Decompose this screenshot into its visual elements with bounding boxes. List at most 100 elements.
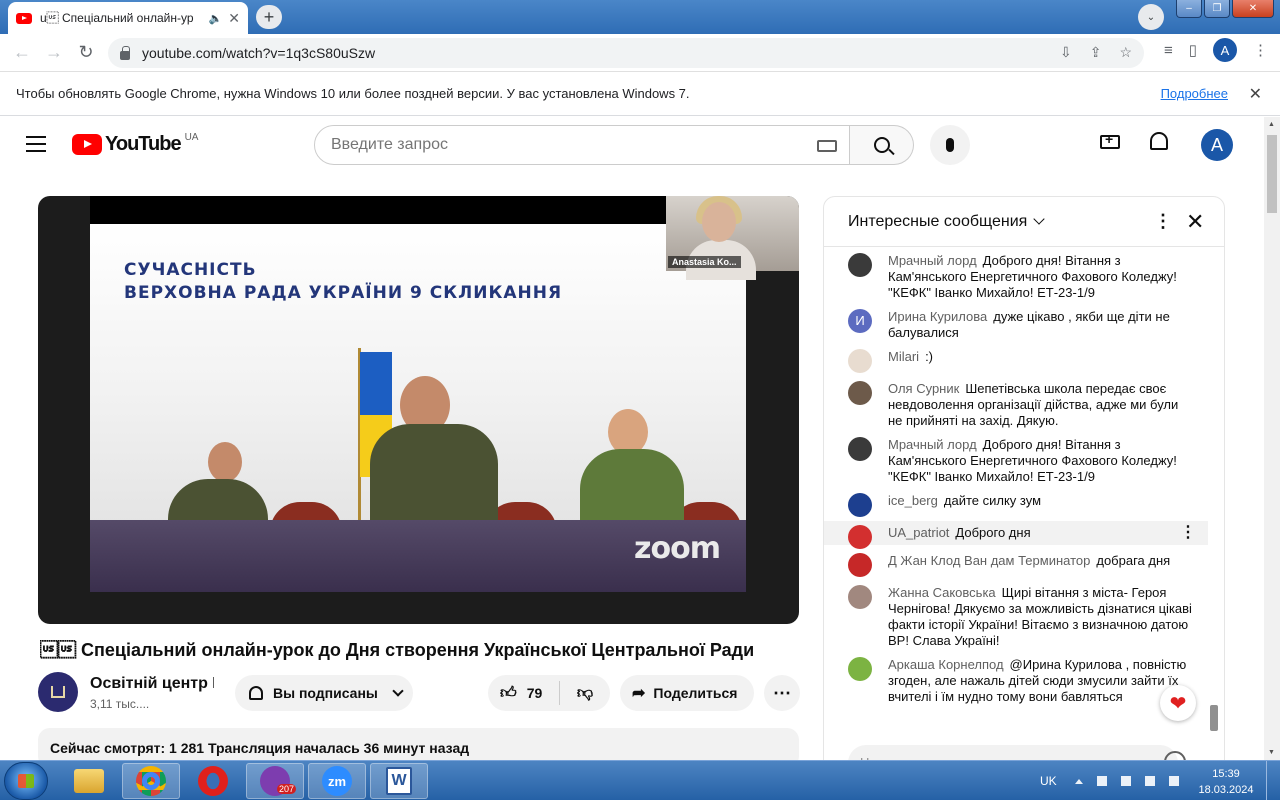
subscribed-button[interactable]: Вы подписаны: [235, 675, 413, 711]
chat-message[interactable]: Мрачный лорд Доброго дня! Вітання з Кам'я…: [824, 437, 1208, 485]
chat-message[interactable]: UA_patriot Доброго дня ⋮: [824, 521, 1208, 549]
new-tab-button[interactable]: +: [256, 5, 282, 29]
speaker-icon[interactable]: 🔈: [209, 12, 223, 25]
maximize-button[interactable]: ❐: [1204, 0, 1230, 18]
chat-author-avatar[interactable]: [848, 437, 872, 461]
dislike-button[interactable]: 👎︎: [560, 684, 610, 703]
address-toolbar: ← → ↻ youtube.com/watch?v=1q3cS80uSzw ⇩ …: [0, 34, 1280, 72]
start-button[interactable]: [4, 762, 48, 800]
window-close-button[interactable]: ✕: [1232, 0, 1274, 18]
chat-message[interactable]: Оля Сурник Шепетівська школа передає своє…: [824, 381, 1208, 429]
chat-menu-icon[interactable]: ⋮: [1154, 211, 1172, 232]
minimize-button[interactable]: ‒: [1176, 0, 1202, 18]
url-text[interactable]: youtube.com/watch?v=1q3cS80uSzw: [142, 45, 375, 61]
tab-search-button[interactable]: ⌄: [1138, 4, 1164, 30]
heart-reaction-icon[interactable]: ❤: [1160, 685, 1196, 721]
language-indicator[interactable]: UK: [1040, 774, 1057, 788]
chat-message[interactable]: И Ирина Курилова дуже цікаво , якби ще діт…: [824, 309, 1208, 341]
microphone-icon: [946, 138, 954, 152]
taskbar-explorer[interactable]: [60, 763, 118, 799]
keyboard-icon[interactable]: [817, 140, 837, 152]
install-icon[interactable]: ⇩: [1060, 44, 1072, 61]
share-icon[interactable]: ⇪: [1090, 44, 1102, 61]
voice-search-button[interactable]: [930, 125, 970, 165]
channel-avatar[interactable]: [38, 672, 78, 712]
browser-tab[interactable]: u Спеціальний онлайн-ур 🔈 ✕: [8, 2, 248, 34]
system-tray: UK: [1040, 761, 1193, 800]
chat-author-name[interactable]: Мрачный лорд: [888, 437, 977, 452]
video-player[interactable]: СУЧАСНІСТЬ ВЕРХОВНА РАДА УКРАЇНИ 9 СКЛИК…: [38, 196, 799, 624]
taskbar-opera[interactable]: [184, 763, 242, 799]
create-video-icon[interactable]: [1100, 131, 1120, 149]
chat-author-name[interactable]: Оля Сурник: [888, 381, 959, 396]
page-scrollbar[interactable]: ▲ ▼: [1264, 117, 1280, 760]
menu-icon[interactable]: [26, 136, 46, 152]
tray-expand-icon[interactable]: [1074, 778, 1083, 784]
youtube-logo[interactable]: YouTube UA: [72, 132, 198, 156]
infobar-more-link[interactable]: Подробнее: [1161, 86, 1228, 101]
chat-author-avatar[interactable]: [848, 657, 872, 681]
scroll-up-icon[interactable]: ▲: [1268, 121, 1275, 128]
chat-author-avatar[interactable]: [848, 553, 872, 577]
chat-author-name[interactable]: UA_patriot: [888, 525, 949, 540]
chat-author-avatar[interactable]: [848, 585, 872, 609]
flag-icon[interactable]: [1096, 776, 1107, 786]
chat-author-name[interactable]: Аркаша Корнелпод: [888, 657, 1004, 672]
omnibox[interactable]: youtube.com/watch?v=1q3cS80uSzw ⇩ ⇪ ☆: [108, 38, 1144, 68]
clock[interactable]: 15:39 18.03.2024: [1196, 766, 1256, 798]
chat-author-avatar[interactable]: [848, 381, 872, 405]
chat-message[interactable]: ice_berg дайте силку зум: [824, 493, 1208, 517]
like-button[interactable]: 👍︎ 79: [488, 681, 560, 705]
chat-message[interactable]: Аркаша Корнелпод @Ирина Курилова , повніс…: [824, 657, 1208, 705]
show-desktop-button[interactable]: [1266, 761, 1280, 800]
taskbar-chrome[interactable]: [122, 763, 180, 799]
chat-message[interactable]: Жанна Саковська Щирі вітання з міста- Гер…: [824, 585, 1208, 649]
like-count: 79: [526, 685, 543, 701]
chat-author-name[interactable]: Жанна Саковська: [888, 585, 996, 600]
chrome-menu-icon[interactable]: ⋮: [1253, 41, 1268, 59]
chat-author-name[interactable]: ice_berg: [888, 493, 938, 508]
channel-name[interactable]: Освітній центр В: [90, 675, 214, 693]
chat-author-avatar[interactable]: [848, 525, 872, 549]
lock-icon[interactable]: [120, 45, 130, 60]
tab-close-icon[interactable]: ✕: [228, 10, 240, 27]
chevron-down-icon[interactable]: [1033, 213, 1045, 225]
chat-mode-selector[interactable]: Интересные сообщения: [848, 213, 1027, 231]
message-menu-icon[interactable]: ⋮: [1180, 525, 1196, 541]
chat-message[interactable]: Д Жан Клод Ван дам Терминатор добрага дня: [824, 553, 1208, 577]
infobar-close-icon[interactable]: ✕: [1249, 84, 1262, 104]
page-scroll-thumb[interactable]: [1267, 135, 1277, 213]
chat-author-name[interactable]: Ирина Курилова: [888, 309, 987, 324]
chat-scrollbar[interactable]: [1210, 705, 1218, 731]
profile-avatar[interactable]: A: [1213, 38, 1237, 62]
reload-icon[interactable]: ↻: [70, 42, 102, 63]
search-button[interactable]: [850, 125, 914, 165]
taskbar-zoom[interactable]: zm: [308, 763, 366, 799]
taskbar-word[interactable]: W: [370, 763, 428, 799]
more-actions-button[interactable]: ⋯: [764, 675, 800, 711]
bookmark-star-icon[interactable]: ☆: [1119, 44, 1132, 61]
account-avatar[interactable]: A: [1201, 129, 1233, 161]
chat-author-name[interactable]: Мрачный лорд: [888, 253, 977, 268]
media-queue-icon[interactable]: ≡: [1164, 42, 1173, 59]
chat-author-name[interactable]: Д Жан Клод Ван дам Терминатор: [888, 553, 1090, 568]
volume-icon[interactable]: [1168, 776, 1179, 786]
network-icon[interactable]: [1144, 776, 1155, 786]
chat-author-avatar[interactable]: И: [848, 309, 872, 333]
device-icon[interactable]: [1120, 776, 1131, 786]
forward-icon[interactable]: →: [38, 42, 70, 63]
taskbar-viber[interactable]: 207: [246, 763, 304, 799]
chat-message[interactable]: Мрачный лорд Доброго дня! Вітання з Кам'я…: [824, 253, 1208, 301]
chat-author-avatar[interactable]: [848, 253, 872, 277]
side-panel-icon[interactable]: ▯: [1189, 41, 1197, 59]
chat-close-icon[interactable]: ✕: [1186, 209, 1204, 235]
chat-author-avatar[interactable]: [848, 349, 872, 373]
chat-message[interactable]: Milari:): [824, 349, 1208, 373]
share-button[interactable]: ➦ Поделиться: [620, 675, 754, 711]
back-icon[interactable]: ←: [6, 42, 38, 63]
chat-author-avatar[interactable]: [848, 493, 872, 517]
search-input[interactable]: [331, 136, 791, 154]
notifications-bell-icon[interactable]: [1150, 132, 1168, 150]
chat-author-name[interactable]: Milari: [888, 349, 919, 364]
scroll-down-icon[interactable]: ▼: [1268, 749, 1275, 756]
